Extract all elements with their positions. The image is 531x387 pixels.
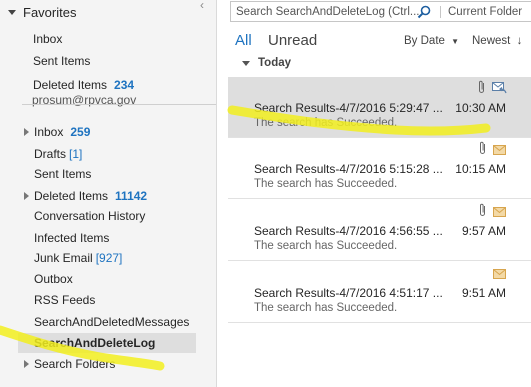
- group-header-today[interactable]: Today: [242, 57, 291, 69]
- folder-item-junk-email[interactable]: Junk Email [927]: [34, 248, 122, 268]
- envelope-icon: [493, 269, 506, 279]
- message-subject: Search Results-4/7/2016 4:51:17 ...: [254, 286, 443, 300]
- favorite-item-label: Deleted Items: [33, 78, 108, 92]
- folder-pane: Favorites ‹ Inbox Sent Items Deleted Ite…: [0, 0, 217, 387]
- folder-item-searchanddeletedmessages[interactable]: SearchAndDeletedMessages: [34, 312, 189, 332]
- message-preview: The search has Succeeded.: [254, 178, 398, 190]
- search-input[interactable]: Search SearchAndDeleteLog (Ctrl...: [231, 6, 419, 18]
- envelope-reply-icon: [492, 82, 507, 94]
- item-count: [927]: [95, 251, 123, 265]
- message-time: 9:57 AM: [461, 224, 506, 238]
- sort-by-label: By Date: [404, 35, 445, 47]
- folder-item-deleted-items[interactable]: Deleted Items 11142: [24, 186, 147, 206]
- message-preview: The search has Succeeded.: [254, 302, 398, 314]
- folder-item-rss-feeds[interactable]: RSS Feeds: [34, 290, 95, 310]
- folder-item-infected-items[interactable]: Infected Items: [34, 228, 109, 248]
- folder-label: Search Folders: [34, 357, 116, 371]
- folder-item-inbox[interactable]: Inbox 259: [24, 122, 90, 142]
- message-preview: The search has Succeeded.: [254, 240, 398, 252]
- message-subject: Search Results-4/7/2016 4:56:55 ...: [254, 224, 443, 238]
- caret-down-icon: [8, 10, 16, 15]
- folder-item-sent-items[interactable]: Sent Items: [34, 164, 91, 184]
- sort-by-dropdown[interactable]: By Date ▼: [404, 35, 459, 47]
- unread-count: 259: [70, 125, 91, 139]
- folder-label: Outbox: [34, 272, 73, 286]
- folder-label: Junk Email: [34, 251, 93, 265]
- folder-label: SearchAndDeleteLog: [34, 336, 156, 350]
- expand-icon[interactable]: [24, 192, 29, 200]
- arrow-down-icon: ↓: [516, 35, 523, 47]
- favorites-label: Favorites: [23, 5, 77, 20]
- search-scope-dropdown[interactable]: Current Folder: [440, 5, 522, 18]
- favorite-item-inbox[interactable]: Inbox: [33, 29, 62, 49]
- favorite-item-label: Inbox: [33, 32, 63, 46]
- message-time: 9:51 AM: [461, 286, 506, 300]
- filter-unread-tab[interactable]: Unread: [268, 32, 317, 49]
- message-subject: Search Results-4/7/2016 5:15:28 ...: [254, 162, 443, 176]
- divider: [22, 104, 216, 105]
- message-time: 10:15 AM: [455, 162, 506, 176]
- folder-label: SearchAndDeletedMessages: [34, 315, 190, 329]
- search-icon[interactable]: [416, 4, 432, 20]
- folder-item-outbox[interactable]: Outbox: [34, 269, 73, 289]
- folder-label: Inbox: [34, 125, 64, 139]
- message-subject: Search Results-4/7/2016 5:29:47 ...: [254, 101, 443, 115]
- message-item[interactable]: Search Results-4/7/2016 4:51:17 ... 9:51…: [228, 262, 531, 323]
- folder-item-drafts[interactable]: Drafts [1]: [34, 144, 82, 164]
- search-box[interactable]: Search SearchAndDeleteLog (Ctrl... Curre…: [230, 1, 531, 22]
- folder-label: Conversation History: [34, 209, 146, 223]
- favorite-item-sent-items[interactable]: Sent Items: [33, 51, 90, 71]
- collapse-pane-icon[interactable]: ‹: [200, 0, 204, 12]
- message-preview: The search has Succeeded.: [254, 117, 398, 129]
- message-time: 10:30 AM: [455, 101, 506, 115]
- envelope-icon: [493, 207, 506, 217]
- message-list-pane: Search SearchAndDeleteLog (Ctrl... Curre…: [218, 0, 531, 387]
- message-item[interactable]: Search Results-4/7/2016 5:29:47 ... 10:3…: [228, 77, 531, 137]
- folder-label: Drafts: [34, 147, 67, 161]
- folder-label: RSS Feeds: [34, 293, 96, 307]
- unread-count: 11142: [115, 189, 148, 203]
- message-item[interactable]: Search Results-4/7/2016 5:15:28 ... 10:1…: [228, 138, 531, 199]
- paperclip-icon: [480, 203, 485, 216]
- expand-icon[interactable]: [24, 360, 29, 368]
- paperclip-icon: [479, 80, 484, 93]
- folder-label: Deleted Items: [34, 189, 109, 203]
- folder-item-searchanddeletelog[interactable]: SearchAndDeleteLog: [34, 333, 155, 353]
- chevron-down-icon: ▼: [451, 37, 460, 46]
- unread-count: 234: [114, 78, 135, 92]
- sort-direction-label: Newest: [472, 35, 511, 47]
- filter-all-tab[interactable]: All: [235, 32, 252, 49]
- folder-item-conversation-history[interactable]: Conversation History: [34, 206, 145, 226]
- folder-label: Infected Items: [34, 231, 110, 245]
- expand-icon[interactable]: [24, 128, 29, 136]
- folder-label: Sent Items: [34, 167, 92, 181]
- item-count: [1]: [69, 147, 83, 161]
- message-item[interactable]: Search Results-4/7/2016 4:56:55 ... 9:57…: [228, 200, 531, 261]
- group-label: Today: [258, 57, 292, 69]
- favorites-header[interactable]: Favorites: [8, 5, 76, 20]
- folder-item-search-folders[interactable]: Search Folders: [24, 354, 115, 374]
- paperclip-icon: [480, 141, 485, 154]
- caret-down-icon: [242, 60, 250, 66]
- sort-direction-toggle[interactable]: Newest ↓: [472, 35, 522, 47]
- favorite-item-label: Sent Items: [33, 54, 91, 68]
- favorite-item-deleted-items[interactable]: Deleted Items 234: [33, 75, 134, 95]
- envelope-icon: [493, 145, 506, 155]
